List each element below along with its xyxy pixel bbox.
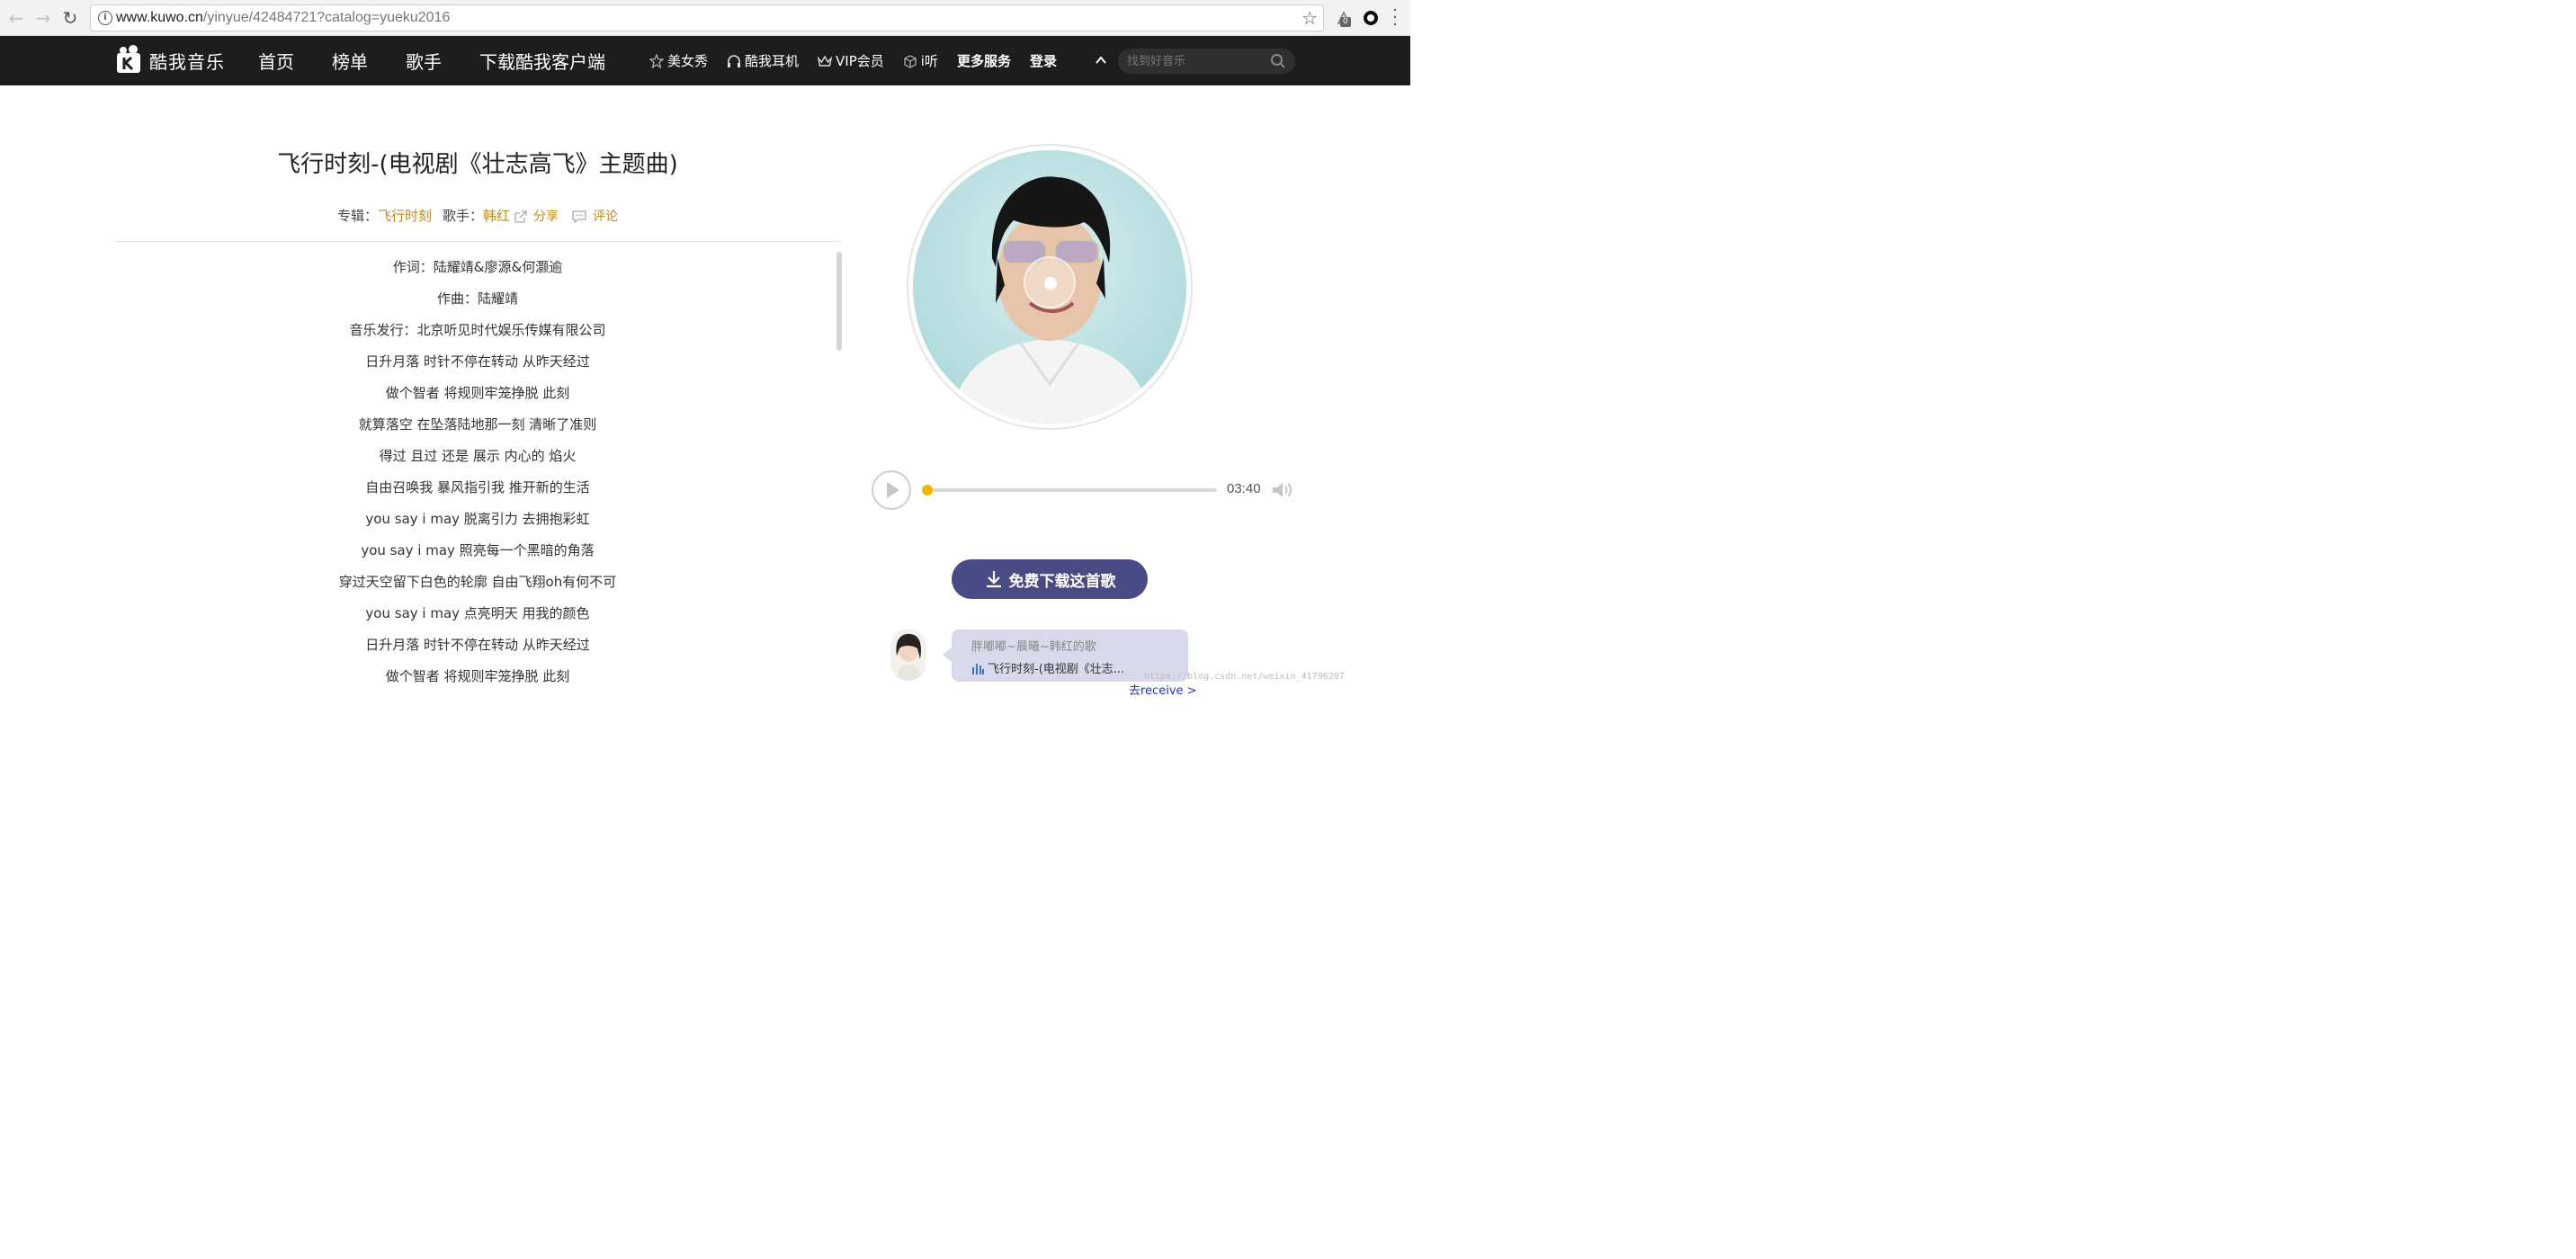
- lyric-line: you say i may 脱离引力 去拥抱彩虹: [365, 511, 590, 527]
- volume-icon[interactable]: [1271, 480, 1294, 500]
- nav-ilisten-label: i听: [920, 53, 938, 69]
- nav-download-client[interactable]: 下载酷我客户端: [479, 48, 605, 74]
- sub-nav: 美女秀 酷我耳机 VIP会员 i听 更多服务 登录: [649, 36, 1076, 85]
- lyric-line: 日升月落 时针不停在转动 从昨天经过: [365, 637, 590, 653]
- album-link[interactable]: 飞行时刻: [378, 208, 432, 224]
- song-meta: 专辑：飞行时刻 歌手：韩红 分享 评论: [114, 206, 841, 225]
- cover-play-button[interactable]: [1024, 256, 1076, 308]
- star-outline-icon: [649, 53, 664, 68]
- play-button[interactable]: [872, 470, 911, 510]
- nav-singers[interactable]: 歌手: [406, 48, 442, 74]
- download-label: 免费下载这首歌: [1008, 572, 1116, 591]
- browser-toolbar: ← → ↻ i www.kuwo.cn/yinyue/42484721?cata…: [0, 0, 1410, 36]
- artist-label: 歌手：: [443, 208, 484, 224]
- search-input[interactable]: [1127, 52, 1262, 70]
- play-icon: [887, 482, 899, 498]
- comment-link[interactable]: 评论: [593, 210, 618, 224]
- lyrics-scrollbar[interactable]: [836, 252, 842, 351]
- main-nav: 首页 榜单 歌手 下载酷我客户端: [258, 36, 643, 85]
- url-host: www.kuwo.cn: [116, 10, 203, 25]
- download-song-button[interactable]: 免费下载这首歌: [952, 559, 1148, 599]
- extension-badge: 0: [1340, 17, 1351, 27]
- lyric-line: 自由召唤我 暴风指引我 推开新的生活: [365, 479, 590, 496]
- nav-vip-label: VIP会员: [836, 53, 884, 69]
- lyric-line: you say i may 照亮每一个黑暗的角落: [361, 542, 595, 558]
- box-icon: [904, 54, 917, 68]
- lyrics-panel: 作词：陆耀靖&廖源&何灏逾 作曲：陆耀靖 音乐发行：北京听见时代娱乐传媒有限公司…: [114, 252, 841, 689]
- feed-user-line: 胖嘟嘟~晨曦~韩红的歌: [971, 640, 1096, 654]
- share-icon[interactable]: [514, 210, 528, 224]
- nav-home[interactable]: 首页: [258, 48, 294, 74]
- nav-more-services[interactable]: 更多服务: [957, 51, 1011, 70]
- chevron-up-icon[interactable]: [1095, 54, 1107, 67]
- song-title: 飞行时刻-(电视剧《壮志高飞》主题曲): [277, 151, 678, 178]
- user-avatar-image: [890, 629, 926, 681]
- lyric-line: 日升月落 时针不停在转动 从昨天经过: [365, 353, 590, 370]
- audio-bars-icon: [972, 663, 984, 674]
- nav-beauty-show[interactable]: 美女秀: [649, 51, 708, 70]
- progress-knob[interactable]: [922, 485, 933, 496]
- nav-headphones-label: 酷我耳机: [745, 53, 800, 69]
- progress-track[interactable]: [926, 488, 1217, 492]
- duration-text: 03:40: [1227, 481, 1261, 496]
- lyric-line: 就算落空 在坠落陆地那一刻 清晰了准则: [358, 416, 597, 433]
- nav-vip[interactable]: VIP会员: [818, 51, 884, 70]
- lyric-line: 作词：陆耀靖&廖源&何灏逾: [392, 259, 563, 275]
- kuwo-logo-icon: [117, 45, 140, 73]
- comment-icon[interactable]: [571, 210, 587, 224]
- audio-player: 03:40: [872, 469, 1294, 511]
- divider: [114, 241, 841, 242]
- nav-ilisten[interactable]: i听: [903, 51, 938, 70]
- lyric-line: 得过 且过 还是 展示 内心的 焰火: [379, 448, 577, 464]
- url-path: /yinyue/42484721?catalog=yueku2016: [202, 10, 451, 25]
- feed-more-link[interactable]: 去receive >: [1129, 681, 1197, 698]
- watermark-text: https://blog.csdn.net/weixin_41796207: [1144, 672, 1345, 682]
- site-header: 酷我音乐 首页 榜单 歌手 下载酷我客户端 美女秀 酷我耳机 VIP会员 i听 …: [0, 36, 1410, 85]
- back-icon[interactable]: ←: [5, 7, 27, 29]
- site-info-icon[interactable]: i: [98, 11, 112, 25]
- search-box: [1118, 49, 1295, 74]
- headphones-icon: [728, 54, 741, 67]
- nav-beauty-label: 美女秀: [667, 53, 709, 69]
- lyric-line: you say i may 点亮明天 用我的颜色: [365, 605, 590, 621]
- search-icon[interactable]: [1270, 53, 1286, 69]
- bookmark-star-icon[interactable]: ☆: [1301, 7, 1318, 29]
- lyric-line: 做个智者 将规则牢笼挣脱 此刻: [385, 385, 570, 401]
- lyric-line: 做个智者 将规则牢笼挣脱 此刻: [385, 668, 570, 684]
- download-icon: [986, 571, 1001, 588]
- nav-headphones[interactable]: 酷我耳机: [727, 51, 799, 70]
- nav-charts[interactable]: 榜单: [332, 48, 368, 74]
- avatar[interactable]: [890, 629, 926, 681]
- feed-song-line: 飞行时刻-(电视剧《壮志...: [971, 659, 1124, 676]
- lyric-line: 音乐发行：北京听见时代娱乐传媒有限公司: [349, 322, 606, 338]
- lyric-line: 穿过天空留下白色的轮廓 自由飞翔oh有何不可: [338, 574, 617, 590]
- lyric-line: 作曲：陆耀靖: [436, 290, 518, 307]
- reload-icon[interactable]: ↻: [59, 7, 81, 29]
- crown-icon: [818, 55, 833, 67]
- forward-icon[interactable]: →: [32, 7, 54, 29]
- feed-song-title[interactable]: 飞行时刻-(电视剧《壮志...: [988, 659, 1124, 676]
- nav-login[interactable]: 登录: [1030, 51, 1057, 70]
- share-link[interactable]: 分享: [533, 210, 559, 224]
- url-text: www.kuwo.cn/yinyue/42484721?catalog=yuek…: [116, 10, 450, 26]
- artist-link[interactable]: 韩红: [483, 208, 510, 224]
- site-logo[interactable]: 酷我音乐: [113, 40, 225, 80]
- play-dot-icon: [1044, 277, 1057, 290]
- profile-circle-icon[interactable]: [1362, 9, 1380, 27]
- logo-text: 酷我音乐: [149, 50, 225, 73]
- browser-menu-icon[interactable]: · · ·: [1391, 3, 1400, 33]
- album-label: 专辑：: [336, 208, 378, 224]
- address-bar[interactable]: i www.kuwo.cn/yinyue/42484721?catalog=yu…: [90, 4, 1324, 31]
